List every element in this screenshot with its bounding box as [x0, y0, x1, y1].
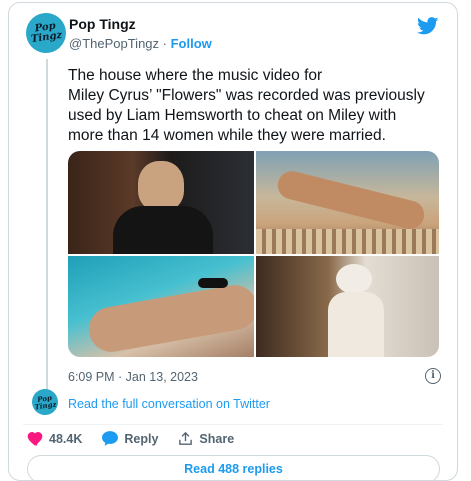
- media-grid: [68, 151, 439, 357]
- tweet-timestamp[interactable]: 6:09 PM · Jan 13, 2023: [68, 370, 198, 384]
- small-avatar-text-bottom: Tingz: [34, 399, 57, 412]
- conversation-avatar[interactable]: Pop Tingz: [30, 387, 60, 417]
- share-label: Share: [199, 431, 235, 446]
- deck-stripes: [256, 229, 439, 254]
- tweet-text: The house where the music video for Mile…: [68, 67, 425, 144]
- share-button[interactable]: Share: [178, 431, 234, 446]
- photo-1[interactable]: [68, 151, 254, 254]
- photo-4[interactable]: [256, 256, 439, 357]
- follow-link[interactable]: Follow: [171, 36, 212, 51]
- reply-bubble-icon: [102, 431, 119, 446]
- author-info: Pop Tingz @ThePopTingz · Follow: [69, 16, 212, 52]
- reply-label: Reply: [124, 431, 159, 446]
- tweet-card: Pop Tingz Pop Tingz @ThePopTingz · Follo…: [8, 2, 458, 481]
- heart-icon: [27, 431, 43, 446]
- like-count: 48.4K: [49, 431, 83, 446]
- sunglasses-shape: [198, 278, 228, 288]
- author-name[interactable]: Pop Tingz: [69, 16, 212, 33]
- photo-woman-white-robe-icon: [336, 264, 372, 294]
- like-button[interactable]: 48.4K: [27, 431, 83, 446]
- read-replies-label: Read 488 replies: [184, 462, 283, 476]
- photo-woman-sunglasses-pool-icon: [85, 281, 254, 356]
- author-handle-row: @ThePopTingz · Follow: [69, 35, 212, 52]
- photo-woman-lying-poolside-icon: [274, 168, 428, 232]
- share-icon: [179, 431, 193, 445]
- author-avatar[interactable]: Pop Tingz: [23, 10, 69, 56]
- avatar-text-bottom: Tingz: [30, 29, 63, 46]
- twitter-bird-icon[interactable]: [417, 17, 439, 35]
- photo-2[interactable]: [256, 151, 439, 254]
- action-bar: 48.4K Reply Share: [27, 431, 254, 446]
- photo-3[interactable]: [68, 256, 254, 357]
- divider: [23, 424, 443, 425]
- photo-woman-dark-jacket-icon: [138, 161, 184, 211]
- read-replies-button[interactable]: Read 488 replies: [27, 455, 440, 480]
- handle-separator: ·: [159, 36, 171, 51]
- reply-button[interactable]: Reply: [102, 431, 158, 446]
- thread-line: [46, 59, 48, 394]
- read-conversation-link[interactable]: Read the full conversation on Twitter: [68, 397, 270, 411]
- jacket-shape: [113, 206, 213, 254]
- author-handle[interactable]: @ThePopTingz: [69, 36, 159, 51]
- robe-shape: [328, 292, 384, 357]
- info-icon[interactable]: i: [425, 368, 441, 384]
